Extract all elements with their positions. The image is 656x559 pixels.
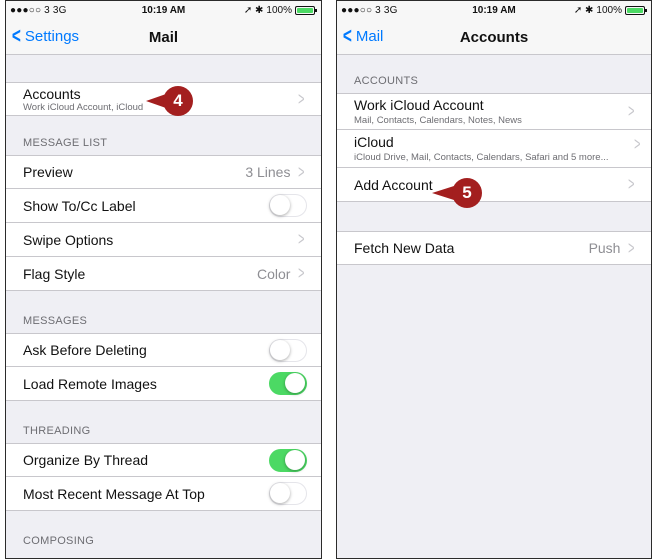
load-remote-images-row: Load Remote Images (6, 367, 321, 401)
organize-by-thread-row: Organize By Thread (6, 443, 321, 477)
location-bluetooth-icon: ➚ ✱ (573, 5, 594, 16)
accounts-screen: ●●●○○ 3 3G 10:19 AM ➚ ✱ 100% < Mail Acco… (336, 0, 652, 559)
load-remote-images-toggle[interactable] (269, 372, 307, 395)
chevron-right-icon: > (298, 161, 305, 182)
section-header-accounts: ACCOUNTS (354, 75, 419, 87)
chevron-right-icon: > (298, 229, 305, 249)
preview-value: 3 Lines (245, 164, 291, 180)
show-to-cc-row: Show To/Cc Label (6, 189, 321, 223)
battery-percent: 100% (596, 5, 622, 16)
swipe-options-row[interactable]: Swipe Options > (6, 223, 321, 257)
callout-badge-5: 5 (452, 178, 482, 208)
section-header-threading: THREADING (23, 425, 91, 437)
chevron-right-icon: > (628, 101, 635, 121)
preview-row[interactable]: Preview 3 Lines > (6, 155, 321, 189)
add-account-label: Add Account (354, 176, 433, 193)
most-recent-at-top-toggle[interactable] (269, 482, 307, 505)
navigation-bar: < Settings Mail (6, 19, 321, 55)
ask-before-deleting-row: Ask Before Deleting (6, 333, 321, 367)
accounts-label: Accounts (23, 85, 81, 102)
add-account-row[interactable]: Add Account > (337, 168, 651, 202)
battery-percent: 100% (266, 5, 292, 16)
location-bluetooth-icon: ➚ ✱ (243, 5, 264, 16)
section-header-composing: COMPOSING (23, 535, 95, 547)
callout-badge-4: 4 (163, 86, 193, 116)
battery-icon (625, 6, 647, 15)
accounts-summary: Work iCloud Account, iCloud (23, 101, 144, 113)
chevron-right-icon: > (298, 88, 305, 109)
organize-by-thread-toggle[interactable] (269, 448, 307, 472)
flag-style-row[interactable]: Flag Style Color > (6, 257, 321, 291)
chevron-right-icon: > (628, 237, 635, 258)
account-row-work-icloud[interactable]: Work iCloud Account Mail, Contacts, Cale… (337, 93, 651, 130)
most-recent-at-top-row: Most Recent Message At Top (6, 477, 321, 511)
navigation-bar: < Mail Accounts (337, 19, 651, 55)
mail-settings-screen: ●●●○○ 3 3G 10:19 AM ➚ ✱ 100% < Settings … (5, 0, 322, 559)
account-row-icloud[interactable]: iCloud iCloud Drive, Mail, Contacts, Cal… (337, 130, 651, 168)
page-title: Mail (148, 29, 179, 46)
battery-icon (295, 6, 317, 15)
ask-before-deleting-toggle[interactable] (269, 338, 307, 362)
chevron-right-icon: > (628, 174, 635, 194)
flag-style-value: Color (257, 265, 291, 282)
section-header-messages: MESSAGES (23, 315, 88, 327)
section-header-message-list: MESSAGE LIST (23, 137, 108, 149)
fetch-new-data-row[interactable]: Fetch New Data Push > (337, 231, 651, 265)
show-to-cc-toggle[interactable] (269, 194, 307, 217)
chevron-right-icon: > (634, 134, 641, 154)
status-bar: ●●●○○ 3 3G 10:19 AM ➚ ✱ 100% (337, 1, 651, 19)
fetch-value: Push (588, 240, 621, 256)
status-bar: ●●●○○ 3 3G 10:19 AM ➚ ✱ 100% (6, 1, 321, 19)
chevron-right-icon: > (298, 263, 305, 283)
page-title: Accounts (459, 29, 529, 46)
callout-arrow-icon (432, 186, 454, 200)
